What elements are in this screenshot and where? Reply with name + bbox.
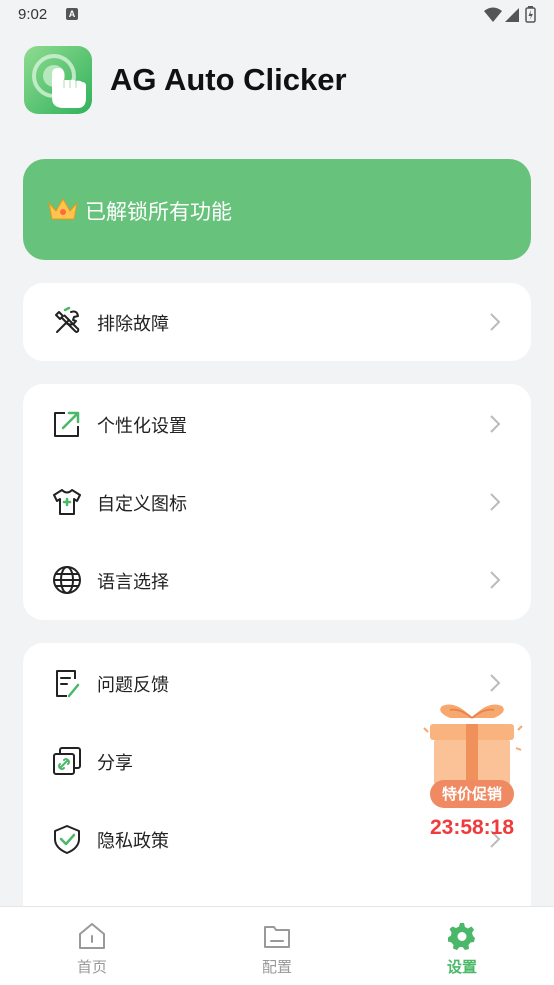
nav-home[interactable]: 首页	[32, 907, 152, 985]
shield-check-icon	[54, 825, 80, 854]
menu-item-label: 自定义图标	[97, 494, 187, 515]
battery-icon	[525, 6, 536, 23]
chevron-right-icon	[490, 571, 501, 589]
bottom-nav: 首页 配置 设置	[0, 906, 554, 985]
menu-item-language[interactable]: 语言选择	[23, 550, 531, 610]
menu-item-label: 排除故障	[97, 314, 169, 335]
app-title: AG Auto Clicker	[110, 62, 347, 97]
home-icon	[79, 923, 105, 949]
menu-item-label: 问题反馈	[97, 675, 169, 696]
chevron-right-icon	[490, 313, 501, 331]
chevron-right-icon	[490, 415, 501, 433]
nav-label: 设置	[446, 958, 477, 976]
status-icons	[482, 6, 538, 28]
app-logo-icon	[24, 46, 92, 114]
appearance-card: 个性化设置 自定义图标 语言选择	[23, 384, 531, 620]
signal-icon	[505, 8, 519, 22]
menu-item-custom-icon[interactable]: 自定义图标	[23, 472, 531, 532]
menu-item-personalize[interactable]: 个性化设置	[23, 394, 531, 454]
gear-icon	[448, 923, 475, 950]
premium-card[interactable]: 已解锁所有功能	[23, 159, 531, 260]
wrench-screwdriver-icon	[55, 306, 80, 333]
feedback-icon	[56, 670, 80, 698]
personalize-icon	[54, 411, 80, 437]
tshirt-icon	[53, 489, 81, 515]
promo-widget[interactable]: 特价促销 23:58:18	[420, 700, 524, 850]
globe-icon	[53, 566, 81, 594]
premium-label: 已解锁所有功能	[85, 200, 232, 224]
status-bar: 9:02 A	[0, 0, 554, 30]
menu-item-label: 分享	[97, 753, 133, 774]
wifi-icon	[484, 7, 502, 22]
folder-icon	[264, 926, 290, 948]
chevron-right-icon	[490, 674, 501, 692]
gift-box-icon	[423, 704, 523, 784]
share-link-icon	[53, 747, 81, 775]
troubleshoot-card: 排除故障	[23, 283, 531, 361]
notification-a-icon: A	[66, 8, 78, 20]
chevron-right-icon	[490, 493, 501, 511]
nav-settings[interactable]: 设置	[402, 907, 522, 985]
menu-item-label: 隐私政策	[97, 831, 169, 852]
nav-label: 配置	[261, 958, 292, 976]
menu-item-label: 语言选择	[97, 572, 169, 593]
promo-countdown: 23:58:18	[429, 816, 515, 839]
app-header: AG Auto Clicker	[24, 46, 524, 114]
promo-badge: 特价促销	[430, 780, 514, 808]
menu-item-label: 个性化设置	[97, 416, 187, 437]
status-time: 9:02	[18, 6, 48, 23]
nav-config[interactable]: 配置	[217, 907, 337, 985]
nav-label: 首页	[76, 958, 107, 976]
menu-item-troubleshoot[interactable]: 排除故障	[23, 292, 531, 352]
crown-icon	[48, 198, 78, 220]
